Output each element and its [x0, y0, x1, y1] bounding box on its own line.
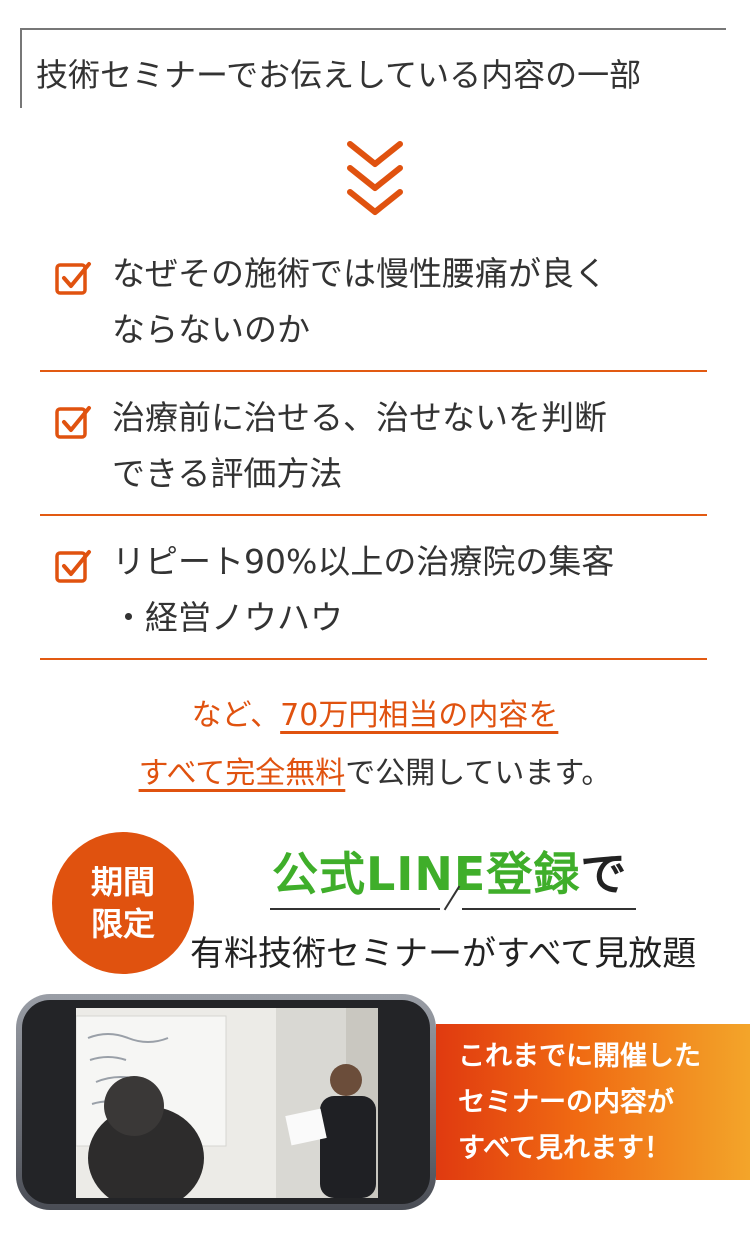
offer-note-line2: すべて完全無料で公開しています。 [0, 744, 750, 804]
item-text: 治療前に治せる、治せないを判断 できる評価方法 [112, 398, 607, 493]
checkbox-icon [55, 550, 91, 583]
chevron-down-icon [347, 141, 403, 215]
badge-line: 期間 [90, 863, 155, 901]
line-title-green: 公式LINE登録 [272, 847, 581, 901]
seminar-scene-image [76, 1008, 378, 1198]
cta-subtitle: 有料技術セミナーがすべて見放題 [190, 934, 697, 974]
banner-text: これまでに開催した セミナーの内容が すべて見れます！ [458, 1041, 701, 1164]
badge-line: 限定 [90, 905, 155, 943]
checkbox-icon [55, 406, 91, 439]
divider [40, 514, 707, 516]
line-registration-title: 公式LINE登録で [272, 838, 627, 904]
section-heading: 技術セミナーでお伝えしている内容の一部 [36, 56, 642, 94]
item-text: リピート90%以上の治療院の集客 ・経営ノウハウ [112, 542, 615, 637]
item-text: なぜその施術では慢性腰痛が良く ならないのか [112, 254, 607, 349]
seminar-photo [76, 1008, 378, 1198]
divider [40, 370, 707, 372]
list-item: なぜその施術では慢性腰痛が良く ならないのか [40, 244, 707, 372]
checkbox-icon [55, 262, 91, 295]
note-highlight: 70万円相当の内容を [280, 698, 559, 733]
note-prefix: など、 [191, 698, 281, 733]
note-suffix: で公開しています。 [345, 756, 612, 791]
phone-screen-bezel [22, 1000, 430, 1204]
list-item: リピート90%以上の治療院の集客 ・経営ノウハウ [40, 532, 707, 660]
note-highlight: すべて完全無料 [138, 756, 346, 791]
list-item: 治療前に治せる、治せないを判断 できる評価方法 [40, 388, 707, 516]
divider [270, 908, 440, 910]
line-title-suffix: で [580, 847, 628, 901]
divider [40, 658, 707, 660]
divider [462, 908, 636, 910]
limited-time-badge: 期間 限定 [52, 832, 194, 974]
offer-note-line1: など、70万円相当の内容を [0, 686, 750, 746]
phone-mockup [16, 994, 436, 1210]
